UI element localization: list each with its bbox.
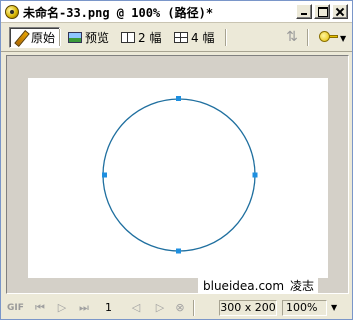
stop-icon[interactable]: ⊗	[173, 301, 187, 315]
anchor-point-right	[252, 172, 258, 178]
key-shaft	[329, 35, 338, 38]
app-icon[interactable]	[5, 5, 19, 19]
pencil-icon	[14, 31, 28, 45]
toolbar-divider	[225, 29, 227, 46]
preview-icon	[68, 32, 82, 43]
window-controls	[296, 4, 348, 19]
title-bar[interactable]: 未命名-33.png @ 100% (路径)*	[1, 1, 352, 23]
anchor-point-left	[102, 172, 107, 178]
anchor-point-bottom	[176, 248, 181, 254]
document-canvas[interactable]	[28, 78, 328, 278]
play-icon[interactable]: ▷	[55, 301, 69, 315]
chevron-down-icon[interactable]: ▼	[331, 303, 337, 312]
circle-stroke	[102, 98, 256, 252]
chevron-down-icon: ▼	[340, 34, 347, 43]
document-window: 未命名-33.png @ 100% (路径)* 原始 预览 2 幅 4 幅 ⇅ …	[0, 0, 353, 320]
prev-frame-icon[interactable]: ◁	[129, 301, 143, 315]
tab-2-up[interactable]: 2 幅	[117, 27, 165, 48]
last-frame-icon[interactable]: ⏭	[77, 301, 91, 315]
minimize-button[interactable]	[296, 4, 312, 19]
tab-preview[interactable]: 预览	[64, 27, 113, 48]
tab-4-up-label: 4 幅	[191, 31, 215, 45]
split-2-icon	[121, 32, 135, 43]
first-frame-icon[interactable]: ⏮	[33, 301, 47, 315]
toolbar-divider	[307, 29, 309, 46]
maximize-button[interactable]	[314, 4, 330, 19]
tab-original[interactable]: 原始	[9, 27, 61, 48]
image-size: 300 x 200	[219, 300, 277, 316]
split-4-icon	[174, 32, 188, 43]
watermark-author: 凌志	[286, 278, 319, 294]
watermark-site: blueidea.com	[198, 278, 290, 294]
tab-original-label: 原始	[31, 31, 56, 45]
anchor-point-top	[176, 96, 181, 101]
circle-path[interactable]	[28, 78, 328, 278]
format-label: GIF	[7, 303, 24, 313]
key-icon[interactable]: ▼	[319, 29, 347, 47]
view-toolbar: 原始 预览 2 幅 4 幅 ▼	[1, 24, 352, 52]
canvas-area[interactable]: blueidea.com 凌志	[6, 55, 349, 294]
frame-number: 1	[105, 301, 112, 314]
window-title: 未命名-33.png @ 100% (路径)*	[23, 6, 214, 20]
tab-preview-label: 预览	[85, 31, 110, 45]
next-frame-icon[interactable]: ▷	[153, 301, 167, 315]
status-bar: GIF ⏮ ▷ ⏭ 1 ◁ ▷ ⊗ 300 x 200 100% ▼	[1, 297, 352, 319]
zoom-select[interactable]: 100%	[282, 300, 327, 316]
statusbar-divider	[193, 300, 195, 316]
tab-4-up[interactable]: 4 幅	[170, 27, 218, 48]
upload-arrows-icon[interactable]	[283, 29, 301, 47]
tab-2-up-label: 2 幅	[138, 31, 162, 45]
close-button[interactable]	[332, 4, 348, 19]
toolbar-divider	[59, 29, 61, 46]
